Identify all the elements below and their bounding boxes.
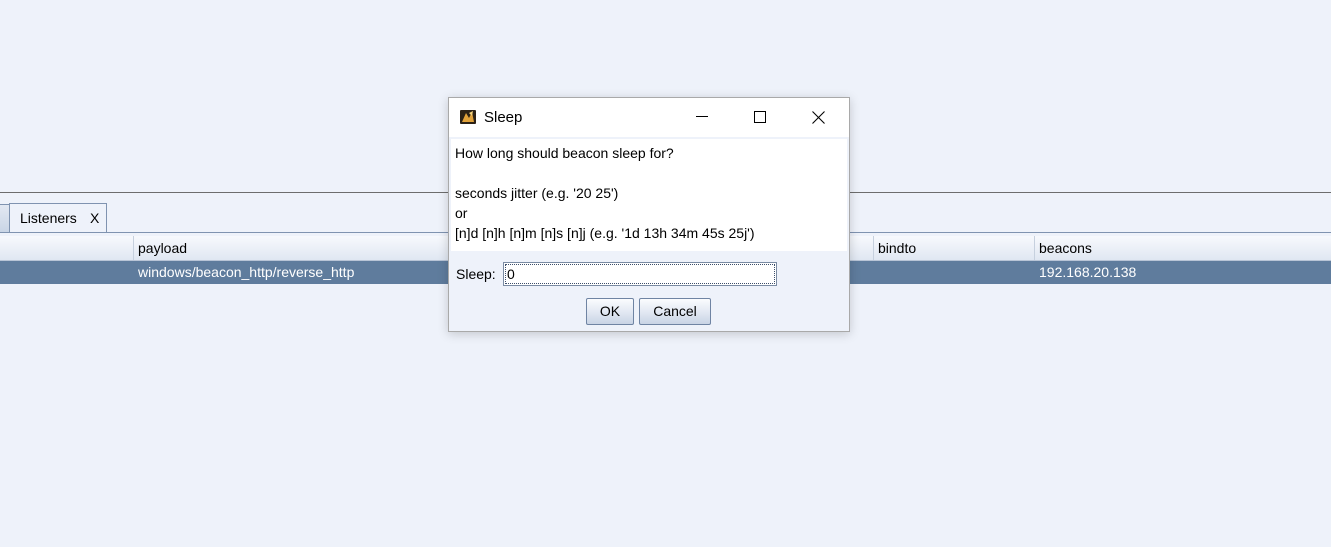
message-line: How long should beacon sleep for? [455,145,674,161]
minimize-button[interactable] [679,98,725,136]
column-header-bindto[interactable]: bindto [873,236,1034,260]
minimize-icon [696,116,708,117]
maximize-button[interactable] [737,98,783,136]
message-line: or [455,205,468,221]
dialog-titlebar[interactable]: Sleep [449,98,849,137]
table-cell-beacons: 192.168.20.138 [1039,264,1137,280]
sleep-input[interactable] [503,262,777,286]
app-window: Listeners X payload bindto beacons windo… [0,0,1331,547]
table-cell-bindto [873,261,1034,284]
table-cell-payload: windows/beacon_http/reverse_http [138,264,355,280]
close-button[interactable] [795,98,841,136]
tab-listeners[interactable]: Listeners X [9,203,107,232]
tab-label: Listeners [20,210,77,226]
ok-button[interactable]: OK [586,298,634,325]
column-header-payload[interactable]: payload [133,236,450,260]
column-header[interactable] [0,236,133,260]
sleep-dialog: Sleep How long should beacon sleep for? [448,97,850,332]
sleep-field-label: Sleep: [456,266,496,282]
dialog-message: How long should beacon sleep for? second… [451,139,847,251]
close-icon [812,111,825,124]
column-header-beacons[interactable]: beacons [1034,236,1331,260]
message-line: [n]d [n]h [n]m [n]s [n]j (e.g. '1d 13h 3… [455,225,755,241]
dialog-title: Sleep [484,109,523,126]
cancel-button[interactable]: Cancel [639,298,711,325]
cobalt-strike-app-icon [460,109,476,125]
table-cell [0,261,133,284]
tab-close-button[interactable]: X [90,210,99,226]
maximize-icon [754,111,766,123]
message-line: seconds jitter (e.g. '20 25') [455,185,619,201]
message-line [455,163,847,183]
